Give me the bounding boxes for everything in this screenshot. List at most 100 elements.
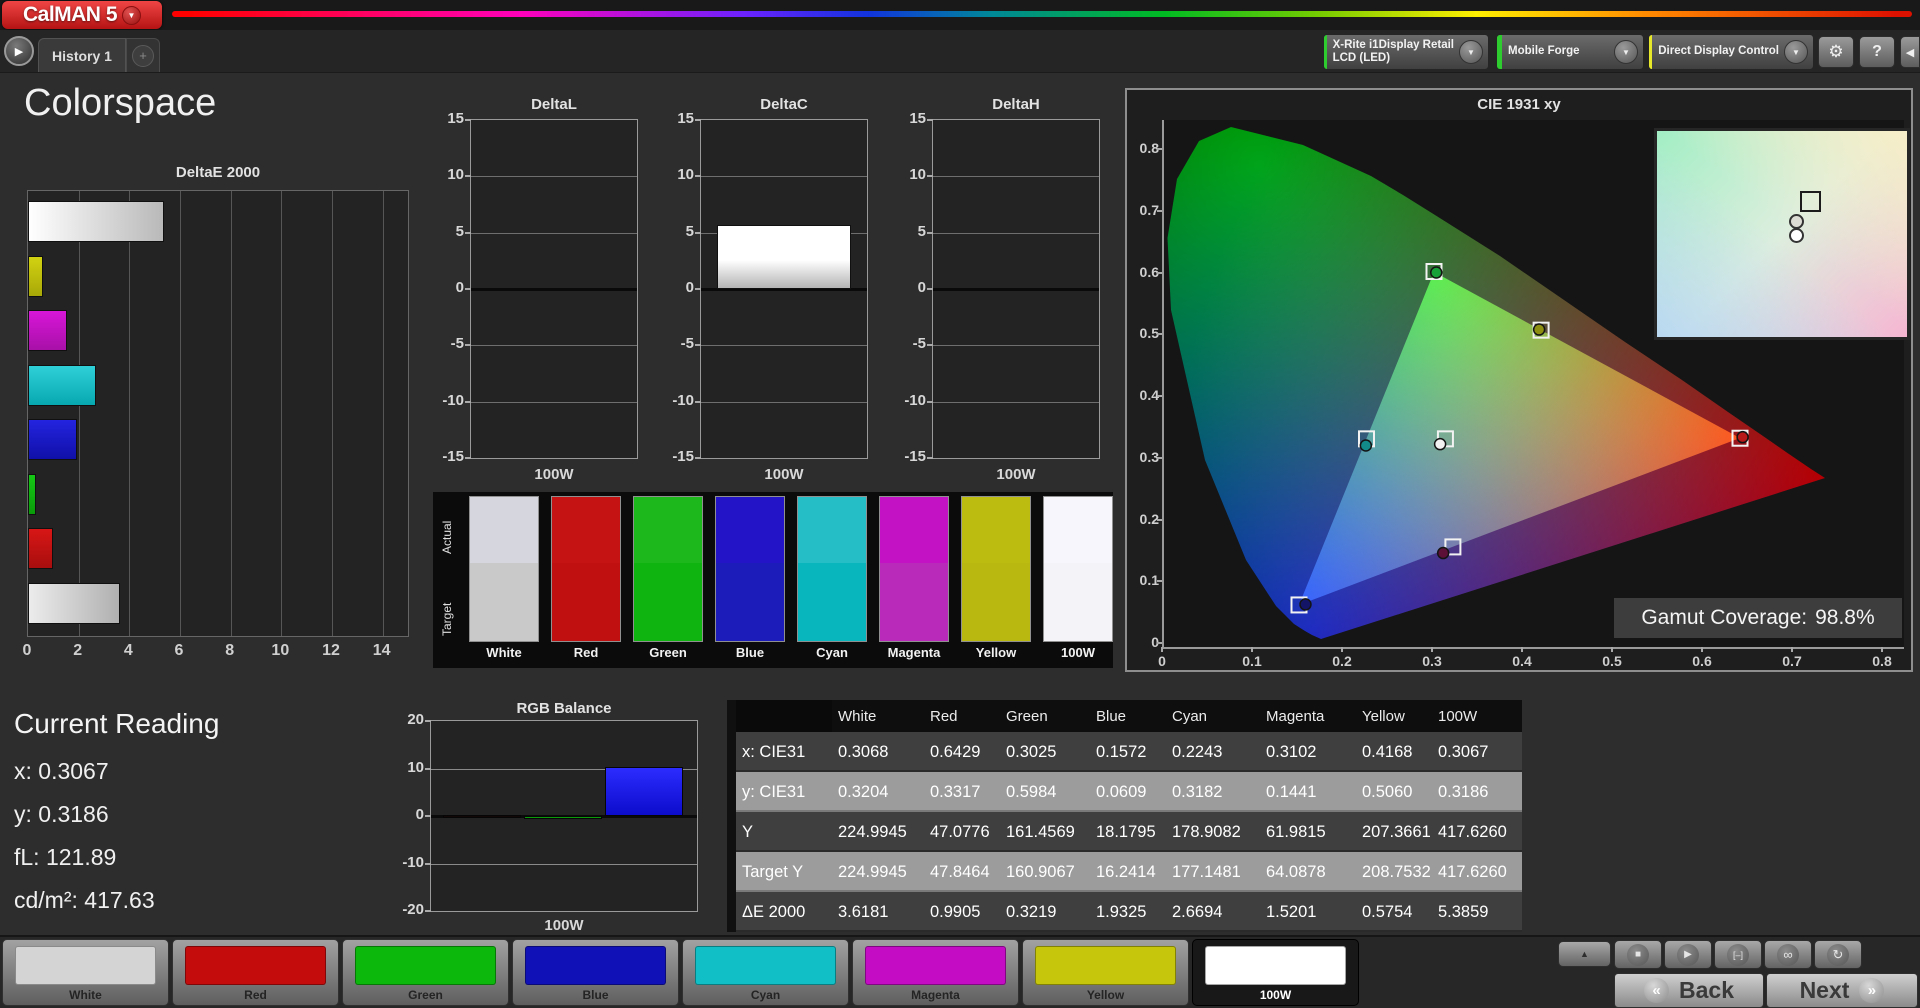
tick-mark <box>1157 456 1162 459</box>
triangle-up-icon: ▲ <box>1580 949 1589 959</box>
add-tab-button[interactable]: + <box>126 38 160 72</box>
swatch-label: Magenta <box>887 644 941 660</box>
table-cell: 3.6181 <box>832 892 924 932</box>
deltae-bar-red <box>28 528 54 569</box>
swatch-box <box>469 496 539 642</box>
target-label: Target <box>440 602 454 636</box>
deltae-x-tick: 2 <box>73 642 83 659</box>
table-cell: 0.3219 <box>1000 892 1090 932</box>
grid-line <box>471 345 637 347</box>
rgb-bar-green <box>524 816 602 820</box>
table-header-Red: Red <box>924 700 1000 732</box>
inset-white-target <box>1800 191 1822 212</box>
deltae-x-tick: 0 <box>22 642 32 659</box>
table-cell: 208.7532 <box>1356 852 1432 892</box>
pattern-tile-blue[interactable]: Blue <box>512 939 679 1006</box>
tick-mark <box>1161 647 1163 652</box>
grid-line <box>933 401 1099 403</box>
cie-actual-green <box>1430 266 1443 279</box>
deltae-bar-green <box>28 473 37 515</box>
tick-mark <box>695 119 701 121</box>
table-cell: 16.2414 <box>1090 852 1166 892</box>
back-button[interactable]: « Back <box>1614 973 1764 1008</box>
tick-mark <box>1701 647 1703 652</box>
logo-dropdown-icon[interactable]: ▼ <box>122 5 142 25</box>
grid-line <box>933 232 1099 234</box>
series-read-button[interactable]: [–] <box>1714 940 1762 969</box>
continuous-read-button[interactable]: ∞ <box>1764 940 1812 969</box>
pattern-tile-white[interactable]: White <box>2 939 169 1006</box>
deltae-gridline <box>78 191 80 636</box>
gamut-coverage-label: Gamut Coverage: <box>1641 606 1808 629</box>
collapse-toolbar-button[interactable]: ◀ <box>1900 36 1920 68</box>
pattern-tile-green[interactable]: Green <box>342 939 509 1006</box>
table-cell: 1.5201 <box>1260 892 1356 932</box>
pattern-tile-100w[interactable]: 100W <box>1192 939 1359 1006</box>
tick-mark <box>465 119 471 121</box>
table-header-Magenta: Magenta <box>1260 700 1356 732</box>
table-cell: 224.9945 <box>832 852 924 892</box>
deltae-gridline <box>180 191 181 636</box>
pattern-tile-red[interactable]: Red <box>172 939 339 1006</box>
table-cell: 160.9067 <box>1000 852 1090 892</box>
cie-actual-red <box>1736 430 1749 444</box>
swatch-label: White <box>486 644 522 660</box>
deltae-gridline <box>129 191 131 636</box>
cie-actual-yellow <box>1532 323 1546 336</box>
app-logo[interactable]: CalMAN 5 ▼ <box>2 1 162 29</box>
swatch-label: Yellow <box>975 644 1017 660</box>
swatch-target <box>798 563 866 641</box>
tick-mark <box>465 288 471 290</box>
workflow-nav-button[interactable]: ▶ <box>4 36 34 66</box>
cie-y-tick: 0 <box>1151 634 1159 650</box>
deltae-x-tick: 8 <box>225 642 235 659</box>
infinity-icon: ∞ <box>1777 943 1799 966</box>
tab-history[interactable]: History 1 <box>38 38 126 72</box>
y-tick-label: -10 <box>904 391 926 409</box>
loop-button[interactable]: ↻ <box>1814 940 1862 969</box>
cie-y-tick: 0.3 <box>1139 448 1159 465</box>
pattern-tile-magenta[interactable]: Magenta <box>852 939 1019 1006</box>
swatch-column-red: Red <box>551 496 621 668</box>
deltah-chart-title: DeltaH <box>992 96 1040 113</box>
zero-line <box>933 288 1099 291</box>
table-cell: 64.0878 <box>1260 852 1356 892</box>
grid-line <box>701 345 867 347</box>
table-cell: 0.9905 <box>924 892 1000 932</box>
rgb-bar-red <box>443 815 521 818</box>
y-tick-label: 10 <box>407 758 424 776</box>
y-tick-label: 0 <box>455 279 464 296</box>
display-control-dropdown[interactable]: Direct Display Control ▼ <box>1648 34 1814 70</box>
meter-dropdown[interactable]: X-Rite i1Display Retail LCD (LED) ▼ <box>1323 34 1489 70</box>
reading-y: y: 0.3186 <box>14 801 109 827</box>
tick-mark <box>1791 647 1793 652</box>
y-tick-label: -10 <box>402 853 424 871</box>
swatch-column-cyan: Cyan <box>797 496 867 668</box>
deltae-x-tick: 6 <box>174 642 184 659</box>
tick-mark <box>927 175 933 178</box>
table-cell: 161.4569 <box>1000 812 1090 852</box>
rgb-bar-blue <box>605 766 683 816</box>
deltac-chart: DeltaC 100W 15 10 5 0 -5 -10 -15 <box>660 96 870 486</box>
play-button[interactable]: ▶ <box>1664 940 1712 969</box>
tick-mark <box>425 910 431 912</box>
deltae-bar-100w <box>28 201 165 242</box>
stop-button[interactable]: ■ <box>1614 940 1662 969</box>
table-header-Blue: Blue <box>1090 700 1166 732</box>
next-button[interactable]: Next » <box>1766 973 1918 1008</box>
pattern-tile-cyan[interactable]: Cyan <box>682 939 849 1006</box>
source-dropdown[interactable]: Mobile Forge ▼ <box>1496 34 1644 70</box>
help-button[interactable]: ? <box>1859 36 1895 68</box>
tick-mark <box>1157 518 1162 521</box>
rgb-balance-title: RGB Balance <box>516 700 612 717</box>
collapse-panel-button[interactable]: ▲ <box>1558 941 1611 967</box>
tick-mark <box>425 720 431 722</box>
deltae-chart-title: DeltaE 2000 <box>175 164 261 181</box>
deltah-x-label: 100W <box>996 466 1036 483</box>
y-tick-label: 10 <box>677 166 694 184</box>
pattern-swatch <box>15 946 156 985</box>
settings-button[interactable]: ⚙ <box>1818 36 1854 68</box>
actual-label: Actual <box>440 520 454 554</box>
pattern-tile-yellow[interactable]: Yellow <box>1022 939 1189 1006</box>
table-header-White: White <box>832 700 924 732</box>
